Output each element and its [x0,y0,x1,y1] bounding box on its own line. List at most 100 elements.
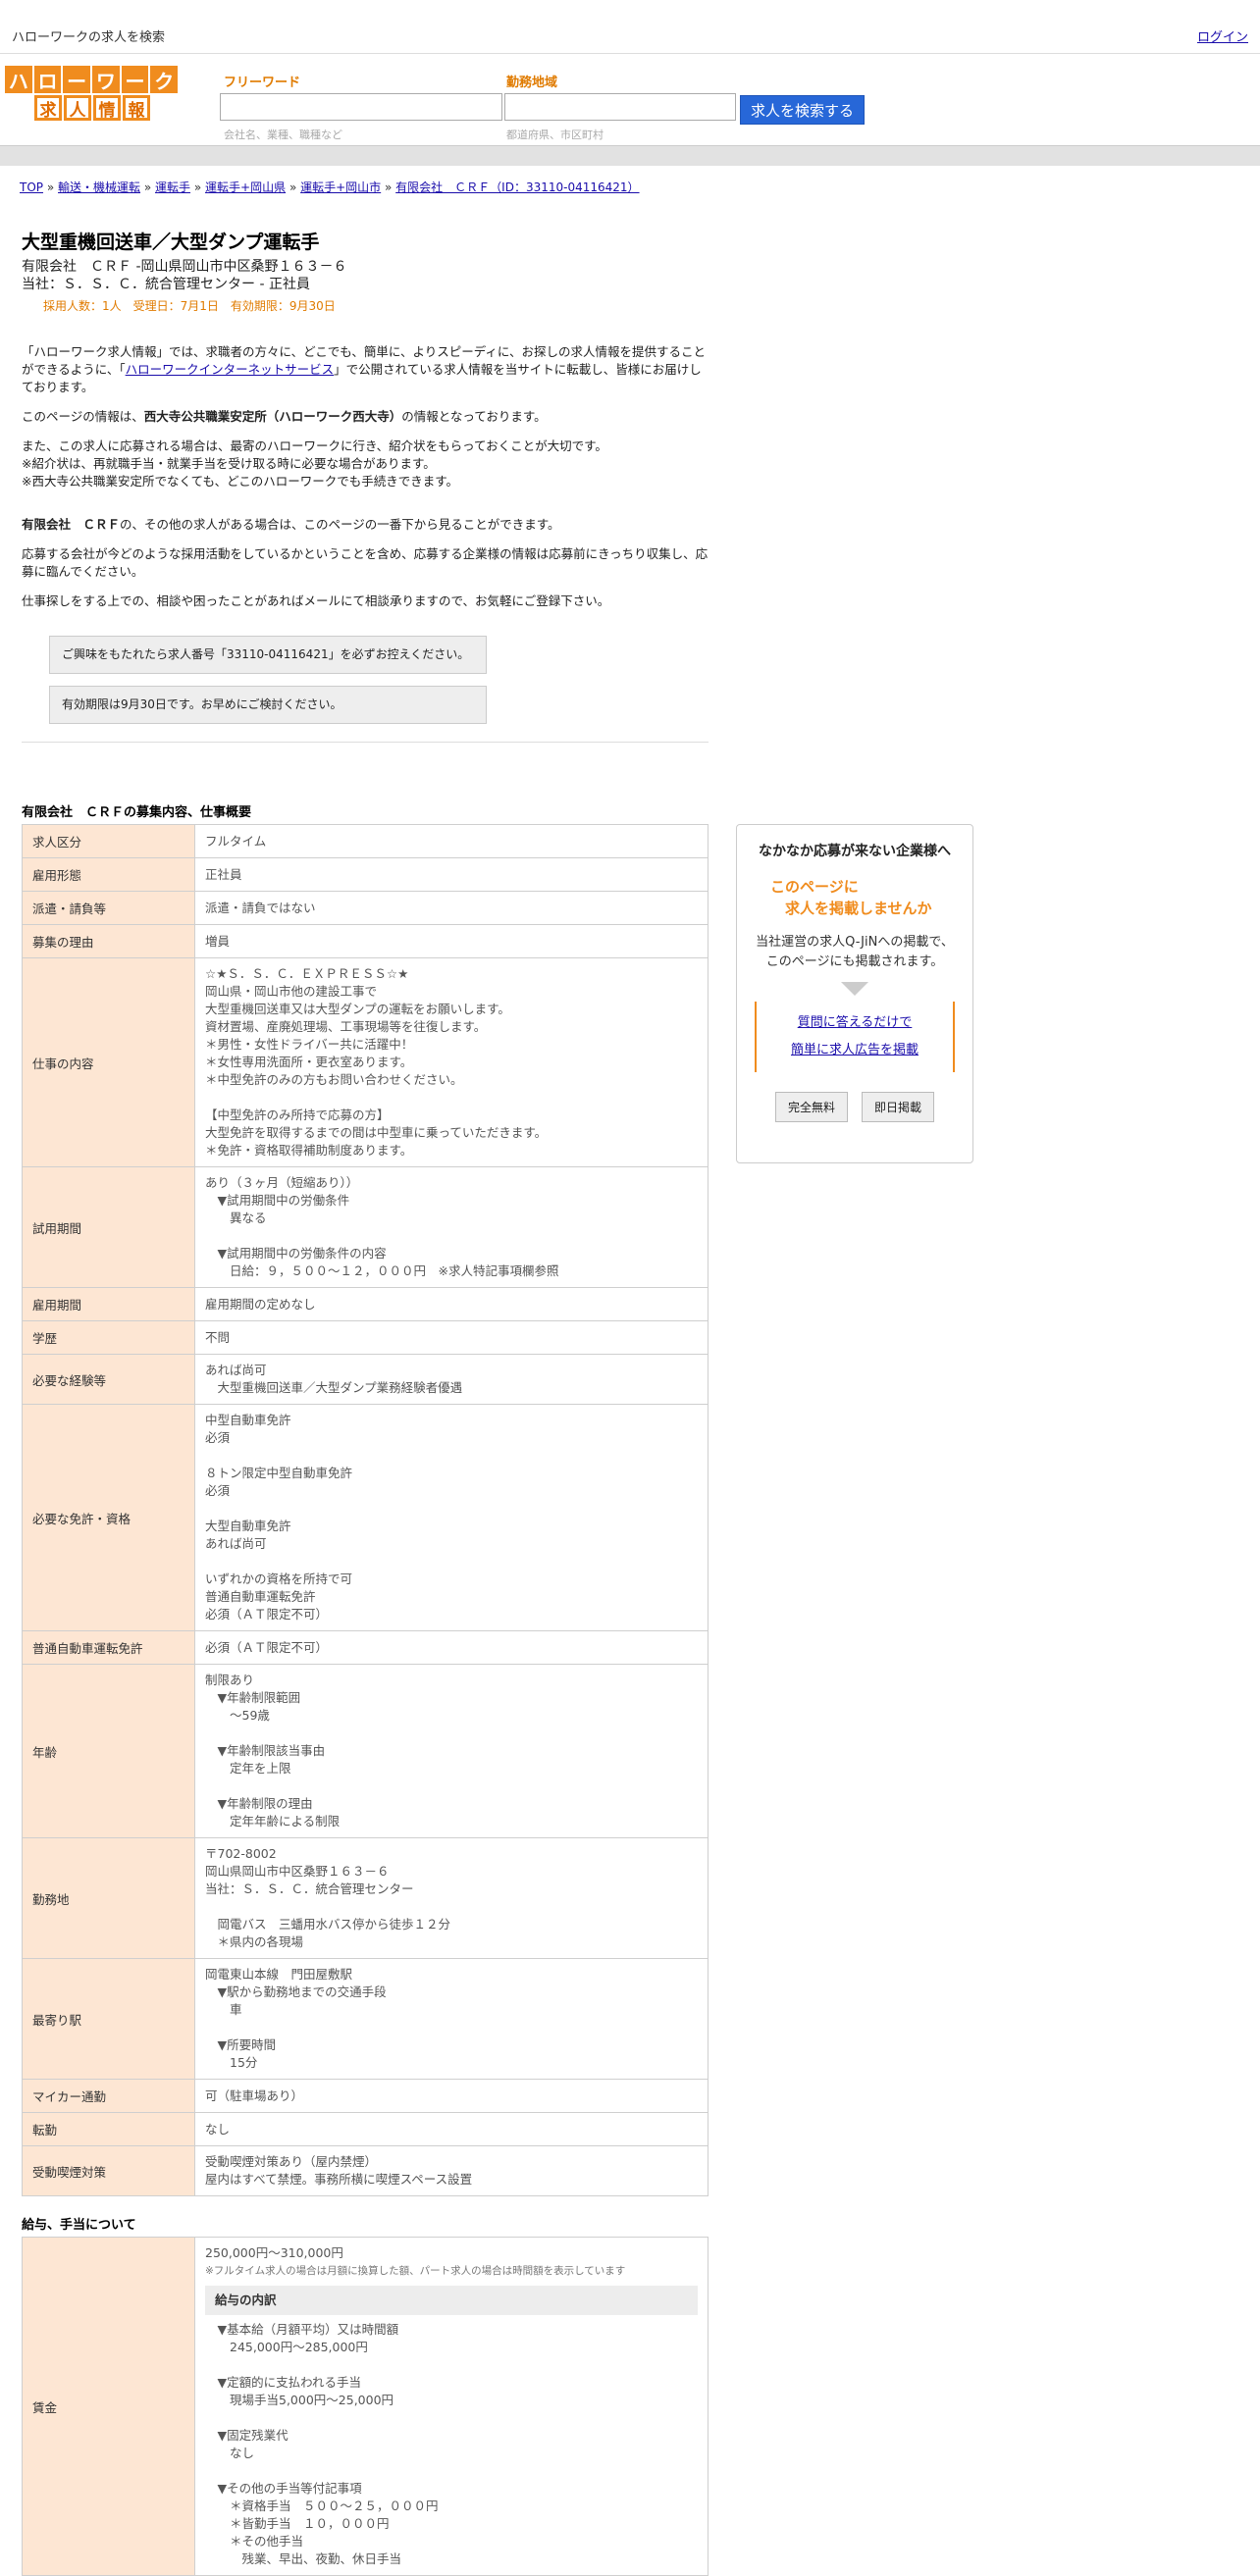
advertise-offer-line1: このページに [770,878,859,896]
same-day-button[interactable]: 即日掲載 [862,1092,935,1122]
job-meta: 採用人数：1人 受理日：7月1日 有効期限：9月30日 [43,299,336,313]
row-value: 不問 [194,1320,709,1355]
breadcrumb: TOP » 輸送・機械運転 » 運転手 » 運転手+岡山県 » 運転手+岡山市 … [20,180,640,194]
table-row: 勤務地 〒702-8002 岡山県岡山市中区桑野１６３－６ 当社：Ｓ．Ｓ．Ｃ．統合… [22,1837,709,1959]
row-value: 〒702-8002 岡山県岡山市中区桑野１６３－６ 当社：Ｓ．Ｓ．Ｃ．統合管理セ… [194,1837,709,1959]
logo-char: ワ [92,66,120,93]
breadcrumb-driver-okayama-pref[interactable]: 運転手+岡山県 [205,180,286,194]
row-key: 最寄り駅 [22,1958,195,2080]
area-input[interactable] [504,93,736,121]
breadcrumb-driver-okayama-city[interactable]: 運転手+岡山市 [300,180,381,194]
table-row: 学歴 不問 [22,1320,709,1355]
login-link[interactable]: ログイン [1197,26,1248,45]
freeword-input[interactable] [220,93,502,121]
advertise-desc-line1: 当社運営の求人Q-JiNへの掲載で、 [756,935,954,950]
row-key: 雇用形態 [22,857,195,892]
row-key: 受動喫煙対策 [22,2145,195,2196]
salary-note: ※フルタイム求人の場合は月額に換算した額、パート求人の場合は時間額を表示していま… [205,2265,626,2277]
advertise-panel: なかなか応募が来ない企業様へ このページに 求人を掲載しませんか 当社運営の求人… [736,824,973,1163]
hellowork-logo[interactable]: ハローワーク 求人情報 [5,66,179,123]
overview-table: 求人区分 フルタイム 雇用形態 正社員 派遣・請負等 派遣・請負ではない 募集の理由 増員 仕事… [22,824,709,2196]
freeword-label: フリーワード [224,76,301,90]
intro-p1: 「ハローワーク求人情報」では、求職者の方々に、どこでも、簡単に、よりスピーディに… [22,344,707,394]
intro-p3: また、この求人に応募される場合は、最寄のハローワークに行き、紹介状をもらっておく… [22,438,607,489]
table-row: 派遣・請負等 派遣・請負ではない [22,891,709,925]
row-key: 試用期間 [22,1166,195,1288]
divider [22,742,709,743]
row-value: 雇用期間の定めなし [194,1287,709,1321]
intro-p5: 応募する会社が今どのような採用活動をしているかということを含め、応募する企業様の… [22,546,709,579]
row-value: 制限あり ▼年齢制限範囲 〜59歳 ▼年齢制限該当事由 定年を上限 ▼年齢制限の… [194,1664,709,1838]
breadcrumb-company[interactable]: 有限会社 ＣＲＦ（ID：33110-04116421） [395,180,639,194]
logo-char: ー [63,66,91,93]
row-value: 受動喫煙対策あり（屋内禁煙） 屋内はすべて禁煙。事務所横に喫煙スペース設置 [194,2145,709,2196]
row-value: 中型自動車免許 必須 ８トン限定中型自動車免許 必須 大型自動車免許 あれば尚可… [194,1404,709,1631]
logo-char: ク [150,66,179,93]
intro-p4: 有限会社 ＣＲＦの、その他の求人がある場合は、このページの一番下から見ることがで… [22,517,560,532]
row-value: 岡電東山本線 門田屋敷駅 ▼駅から勤務地までの交通手段 車 ▼所要時間 15分 [194,1958,709,2080]
search-button[interactable]: 求人を検索する [740,95,865,125]
advertise-desc-line2: このページにも掲載されます。 [765,954,944,969]
table-row: 受動喫煙対策 受動喫煙対策あり（屋内禁煙） 屋内はすべて禁煙。事務所横に喫煙スペー… [22,2145,709,2196]
logo-char: ハ [5,66,32,93]
logo-char: 求 [34,95,62,121]
advertise-link-post[interactable]: 簡単に求人広告を掲載 [791,1043,919,1057]
row-key: 仕事の内容 [22,957,195,1167]
job-number-note: ご興味をもたれたら求人番号「33110-04116421」を必ずお控えください。 [49,636,487,674]
row-value: 派遣・請負ではない [194,891,709,925]
breadcrumb-transport[interactable]: 輸送・機械運転 [58,180,140,194]
row-value: あれば尚可 大型重機回送車／大型ダンプ業務経験者優遇 [194,1354,709,1405]
table-row: 雇用期間 雇用期間の定めなし [22,1287,709,1321]
logo-char: 情 [93,95,121,121]
row-value: 増員 [194,924,709,958]
table-row: 普通自動車運転免許 必須（ＡＴ限定不可） [22,1630,709,1665]
logo-char: ロ [33,66,62,93]
table-row: 年齢 制限あり ▼年齢制限範囲 〜59歳 ▼年齢制限該当事由 定年を上限 ▼年齢制… [22,1664,709,1838]
table-row: 転勤 なし [22,2112,709,2146]
row-key: 必要な免許・資格 [22,1404,195,1631]
table-row: 最寄り駅 岡電東山本線 門田屋敷駅 ▼駅から勤務地までの交通手段 車 ▼所要時間 … [22,1958,709,2080]
salary-table: 賃金 250,000円〜310,000円 ※フルタイム求人の場合は月額に換算した… [22,2237,709,2576]
section-heading-overview: 有限会社 ＣＲＦの募集内容、仕事概要 [22,805,252,820]
advertise-heading: なかなか応募が来ない企業様へ [759,844,951,859]
intro-text: 「ハローワーク求人情報」では、求職者の方々に、どこでも、簡単に、よりスピーディに… [22,343,709,724]
company-line: 有限会社 ＣＲＦ -岡山県岡山市中区桑野１６３－６ [22,259,347,275]
header-divider [0,145,1260,166]
area-hint: 都道府県、市区町村 [506,129,604,141]
salary-breakdown-heading: 給与の内訳 [205,2286,698,2315]
salary-range: 250,000円〜310,000円 [205,2245,343,2260]
row-key: 勤務地 [22,1837,195,1959]
advertise-offer-line2: 求人を掲載しませんか [770,900,932,917]
site-title: ハローワークの求人を検索 [12,30,166,45]
expiry-note: 有効期限は9月30日です。お早めにご検討ください。 [49,686,487,724]
logo-char: ー [121,66,149,93]
top-bar: ハローワークの求人を検索 ログイン [0,0,1260,54]
table-row: 雇用形態 正社員 [22,857,709,892]
row-key: 学歴 [22,1320,195,1355]
hellowork-internet-service-link[interactable]: ハローワークインターネットサービス [126,362,335,377]
arrow-down-icon [841,982,868,996]
row-value: フルタイム [194,824,709,858]
advertise-link-questions[interactable]: 質問に答えるだけで [798,1015,913,1030]
row-value: あり（３ヶ月（短縮あり）） ▼試用期間中の労働条件 異なる ▼試用期間中の労働条… [194,1166,709,1288]
row-key: 雇用期間 [22,1287,195,1321]
row-value: なし [194,2112,709,2146]
table-row: 仕事の内容 ☆★Ｓ．Ｓ．Ｃ．ＥＸＰＲＥＳＳ☆★ 岡山県・岡山市他の建設工事で 大型… [22,957,709,1167]
header: ハローワーク 求人情報 フリーワード 勤務地域 会社名、業種、職種など 都道府県… [0,54,1260,142]
free-button[interactable]: 完全無料 [774,1092,848,1122]
breadcrumb-driver[interactable]: 運転手 [155,180,190,194]
row-key: 年齢 [22,1664,195,1838]
row-value: 必須（ＡＴ限定不可） [194,1630,709,1665]
logo-char: 人 [64,95,91,121]
row-key: 派遣・請負等 [22,891,195,925]
area-label: 勤務地域 [506,76,558,90]
row-key: 求人区分 [22,824,195,858]
table-row: 必要な経験等 あれば尚可 大型重機回送車／大型ダンプ業務経験者優遇 [22,1354,709,1405]
freeword-hint: 会社名、業種、職種など [224,129,342,141]
row-key: 賃金 [22,2237,195,2576]
row-key: 普通自動車運転免許 [22,1630,195,1665]
breadcrumb-top[interactable]: TOP [20,180,43,194]
row-value: 可（駐車場あり） [194,2079,709,2113]
intro-p2: このページの情報は、西大寺公共職業安定所（ハローワーク西大寺）の情報となっており… [22,409,547,424]
table-row: 試用期間 あり（３ヶ月（短縮あり）） ▼試用期間中の労働条件 異なる ▼試用期間中… [22,1166,709,1288]
